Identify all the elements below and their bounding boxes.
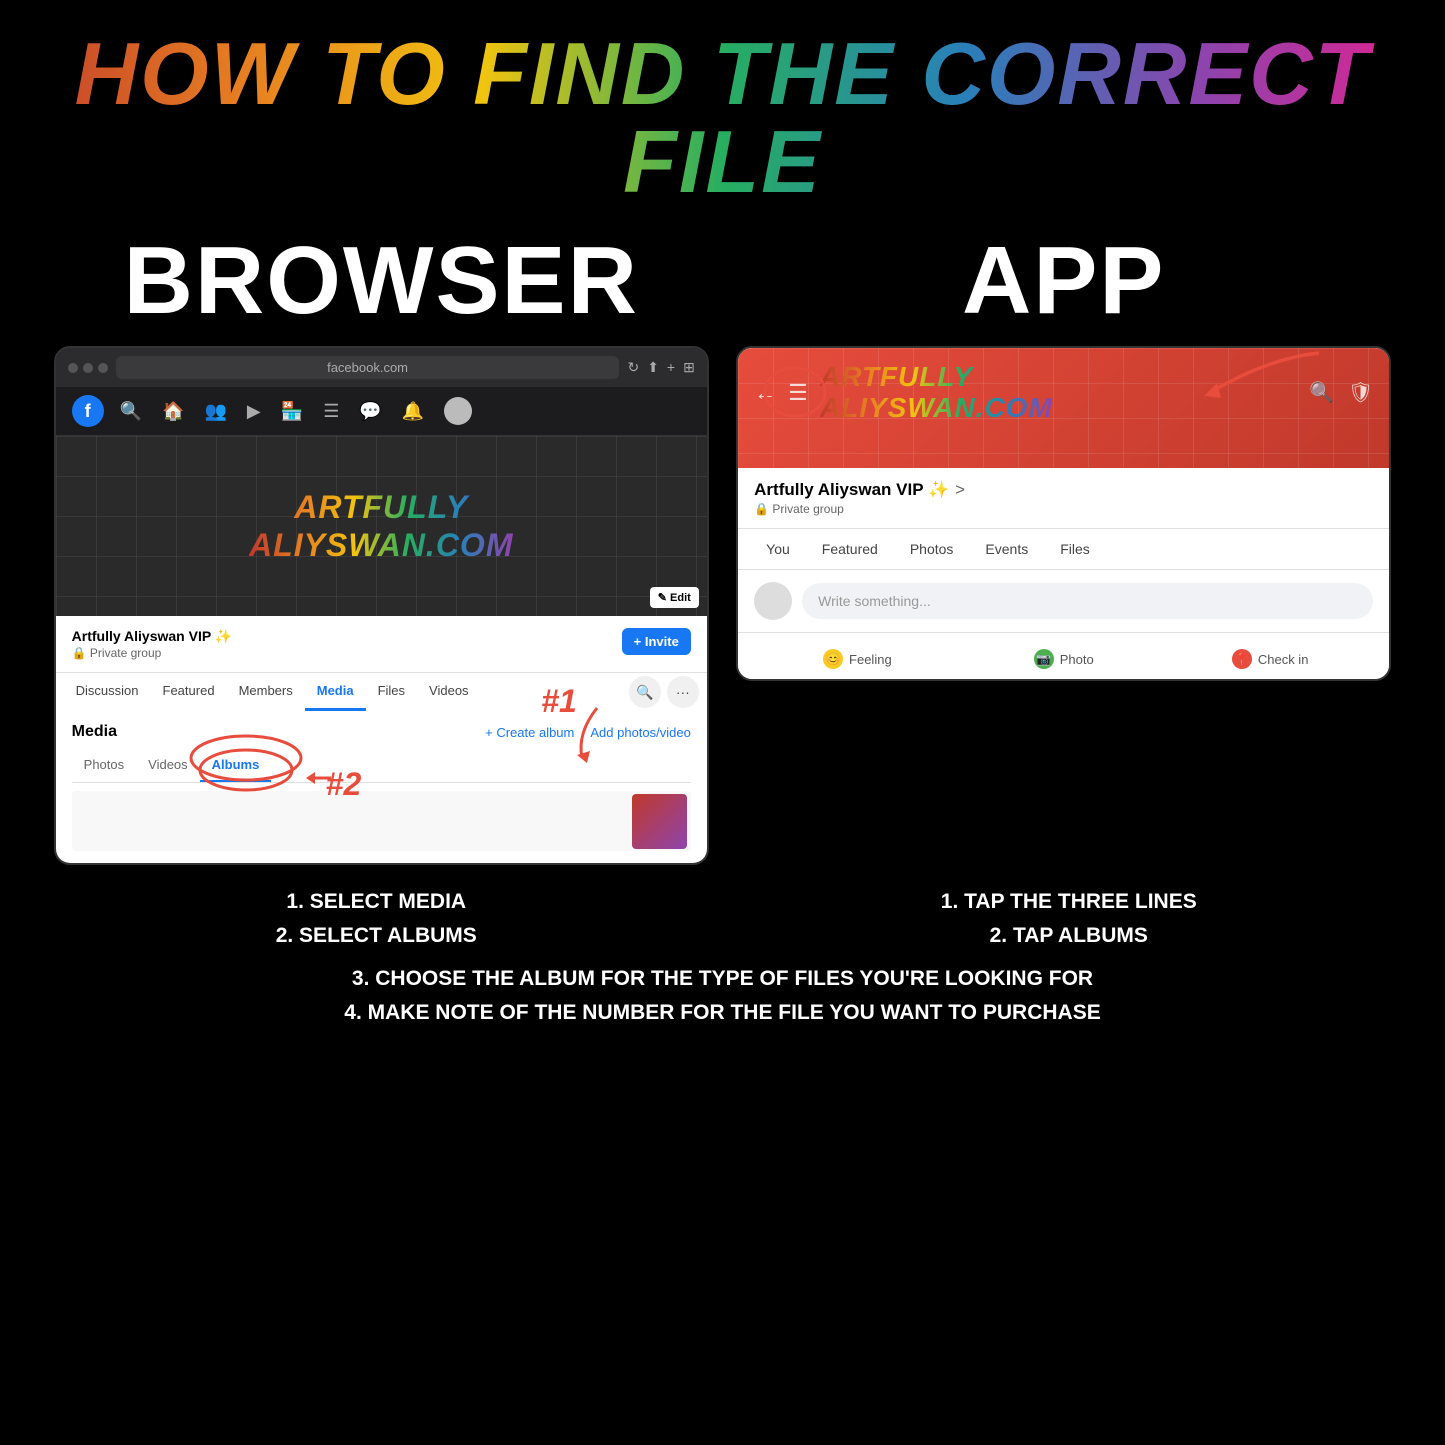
user-avatar bbox=[444, 397, 472, 425]
watch-icon[interactable]: ▶ bbox=[247, 401, 261, 422]
photo-label: Photo bbox=[1060, 652, 1094, 667]
media-title: Media bbox=[72, 723, 117, 741]
app-shield-icon[interactable]: 🛡 bbox=[1348, 380, 1373, 405]
tab-files[interactable]: Files bbox=[366, 673, 417, 711]
browser-label: BROWSER bbox=[54, 226, 709, 336]
app-mockup: ← ☰ ARTFULLY ALIYSWAN.COM 🔍 🛡 bbox=[736, 346, 1391, 681]
app-tabs: You Featured Photos Events Files bbox=[738, 528, 1389, 570]
facebook-nav: f 🔍 🏠 👥 ▶ 🏪 ☰ 💬 🔔 bbox=[56, 387, 707, 436]
fb-hero-text: ARTFULLY ALIYSWAN.COM bbox=[249, 488, 513, 565]
media-tab-videos[interactable]: Videos bbox=[136, 749, 200, 782]
app-actions-row: 😊 Feeling 📷 Photo 📍 Check in bbox=[738, 633, 1389, 679]
facebook-logo: f bbox=[72, 395, 104, 427]
app-group-name: Artfully Aliyswan VIP ✨ > bbox=[754, 480, 1373, 500]
url-bar[interactable]: facebook.com bbox=[116, 356, 620, 379]
app-step-2: 2. TAP ALBUMS bbox=[733, 919, 1406, 953]
back-icon[interactable]: ← bbox=[754, 380, 776, 406]
tab-discussion[interactable]: Discussion bbox=[64, 673, 151, 711]
hamburger-icon[interactable]: ☰ bbox=[788, 380, 808, 406]
tab-members[interactable]: Members bbox=[227, 673, 305, 711]
menu-icon[interactable]: ☰ bbox=[323, 401, 339, 422]
instructions-row: 1. SELECT MEDIA 2. SELECT ALBUMS 1. TAP … bbox=[0, 865, 1445, 962]
share-icon[interactable]: ⬆ bbox=[647, 359, 659, 376]
more-icon-tab[interactable]: ··· bbox=[667, 676, 699, 708]
app-private-label: 🔒 Private group bbox=[754, 502, 1373, 516]
app-hero-text: ARTFULLY ALIYSWAN.COM bbox=[820, 362, 1053, 424]
edit-button[interactable]: ✎ Edit bbox=[650, 587, 699, 608]
fb-group-name: Artfully Aliyswan VIP ✨ bbox=[72, 628, 233, 646]
media-tab-albums[interactable]: Albums bbox=[200, 749, 272, 782]
media-tab-photos[interactable]: Photos bbox=[72, 749, 136, 782]
browser-mockup: facebook.com ↻ ⬆ + ⊞ f 🔍 🏠 👥 ▶ 🏪 ☰ bbox=[54, 346, 709, 865]
feeling-icon: 😊 bbox=[823, 649, 843, 669]
tab-featured[interactable]: Featured bbox=[151, 673, 227, 711]
app-tab-events[interactable]: Events bbox=[969, 529, 1044, 569]
photo-action[interactable]: 📷 Photo bbox=[961, 643, 1167, 675]
bell-icon[interactable]: 🔔 bbox=[402, 401, 424, 422]
tab-videos[interactable]: Videos bbox=[417, 673, 481, 711]
friends-icon[interactable]: 👥 bbox=[205, 401, 227, 422]
app-tab-photos[interactable]: Photos bbox=[894, 529, 970, 569]
post-input[interactable]: Write something... bbox=[802, 583, 1373, 619]
invite-button[interactable]: + Invite bbox=[622, 628, 691, 655]
app-group-info: Artfully Aliyswan VIP ✨ > 🔒 Private grou… bbox=[738, 468, 1389, 528]
app-label: APP bbox=[736, 226, 1391, 336]
app-instructions: 1. TAP THE THREE LINES 2. TAP ALBUMS bbox=[733, 885, 1406, 952]
main-title: HOW TO FIND THE CORRECT FILE bbox=[0, 0, 1445, 216]
home-icon[interactable]: 🏠 bbox=[162, 401, 184, 422]
full-step-4: 4. MAKE NOTE OF THE NUMBER FOR THE FILE … bbox=[40, 996, 1405, 1030]
app-user-avatar bbox=[754, 582, 792, 620]
app-post-area: Write something... bbox=[738, 570, 1389, 633]
refresh-icon[interactable]: ↻ bbox=[627, 359, 639, 376]
app-tab-you[interactable]: You bbox=[750, 529, 806, 569]
browser-address-bar: facebook.com ↻ ⬆ + ⊞ bbox=[56, 348, 707, 387]
fb-private-label: 🔒 Private group bbox=[72, 646, 233, 660]
browser-step-2: 2. SELECT ALBUMS bbox=[40, 919, 713, 953]
facebook-nav-icons: 🔍 🏠 👥 ▶ 🏪 ☰ 💬 🔔 bbox=[120, 397, 473, 425]
grid-icon[interactable]: ⊞ bbox=[683, 359, 695, 376]
feeling-label: Feeling bbox=[849, 652, 892, 667]
checkin-action[interactable]: 📍 Check in bbox=[1167, 643, 1373, 675]
search-icon[interactable]: 🔍 bbox=[120, 401, 142, 422]
checkin-icon: 📍 bbox=[1232, 649, 1252, 669]
photo-icon: 📷 bbox=[1034, 649, 1054, 669]
feeling-action[interactable]: 😊 Feeling bbox=[754, 643, 960, 675]
marketplace-icon[interactable]: 🏪 bbox=[281, 401, 303, 422]
fb-group-info: Artfully Aliyswan VIP ✨ 🔒 Private group … bbox=[56, 616, 707, 672]
browser-instructions: 1. SELECT MEDIA 2. SELECT ALBUMS bbox=[40, 885, 713, 952]
add-tab-icon[interactable]: + bbox=[667, 359, 675, 376]
app-step-1: 1. TAP THE THREE LINES bbox=[733, 885, 1406, 919]
checkin-label: Check in bbox=[1258, 652, 1309, 667]
messenger-icon[interactable]: 💬 bbox=[359, 401, 381, 422]
full-step-3: 3. CHOOSE THE ALBUM FOR THE TYPE OF FILE… bbox=[40, 962, 1405, 996]
full-instructions: 3. CHOOSE THE ALBUM FOR THE TYPE OF FILE… bbox=[0, 962, 1445, 1049]
app-tab-featured[interactable]: Featured bbox=[806, 529, 894, 569]
tab-media[interactable]: Media bbox=[305, 673, 366, 711]
app-tab-files[interactable]: Files bbox=[1044, 529, 1106, 569]
search-icon-tab[interactable]: 🔍 bbox=[629, 676, 661, 708]
fb-group-hero: ARTFULLY ALIYSWAN.COM ✎ Edit bbox=[56, 436, 707, 616]
browser-step-1: 1. SELECT MEDIA bbox=[40, 885, 713, 919]
